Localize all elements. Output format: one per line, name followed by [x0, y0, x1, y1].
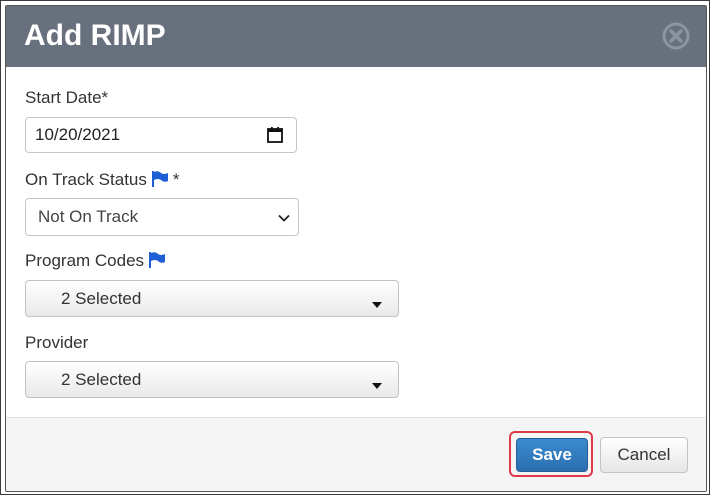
program-codes-label-text: Program Codes — [25, 251, 145, 270]
dialog-body: Start Date* 10/20/2021 On Track Status *… — [6, 67, 706, 417]
on-track-status-label-text: On Track Status — [25, 170, 147, 189]
add-rimp-dialog: Add RIMP Start Date* 10/20/2021 On Track… — [5, 5, 707, 492]
caret-down-icon — [372, 376, 382, 389]
chevron-down-icon — [278, 211, 290, 223]
close-icon[interactable] — [662, 22, 690, 50]
required-mark: * — [172, 170, 180, 189]
provider-label-text: Provider — [25, 333, 89, 352]
on-track-status-select[interactable]: Not On Track — [25, 198, 299, 236]
on-track-status-label: On Track Status * — [25, 170, 180, 190]
cancel-button[interactable]: Cancel — [600, 437, 688, 473]
dialog-frame: Add RIMP Start Date* 10/20/2021 On Track… — [0, 0, 710, 495]
program-codes-label: Program Codes — [25, 251, 166, 271]
start-date-label: Start Date* — [25, 88, 108, 108]
caret-down-icon — [372, 295, 382, 308]
provider-multiselect[interactable]: 2 Selected — [25, 361, 399, 398]
start-date-label-text: Start Date* — [25, 88, 109, 107]
dialog-titlebar: Add RIMP — [6, 6, 706, 67]
flag-icon — [151, 171, 169, 187]
dialog-footer: Save Cancel — [6, 417, 706, 491]
start-date-input[interactable]: 10/20/2021 — [25, 117, 297, 153]
provider-value: 2 Selected — [61, 370, 142, 389]
start-date-value: 10/20/2021 — [35, 125, 121, 144]
on-track-status-value: Not On Track — [38, 207, 139, 226]
program-codes-value: 2 Selected — [61, 289, 142, 308]
save-button[interactable]: Save — [516, 438, 588, 472]
program-codes-multiselect[interactable]: 2 Selected — [25, 280, 399, 317]
dialog-title: Add RIMP — [24, 19, 166, 52]
provider-label: Provider — [25, 333, 88, 353]
flag-icon — [148, 252, 166, 268]
calendar-icon[interactable] — [266, 126, 284, 144]
